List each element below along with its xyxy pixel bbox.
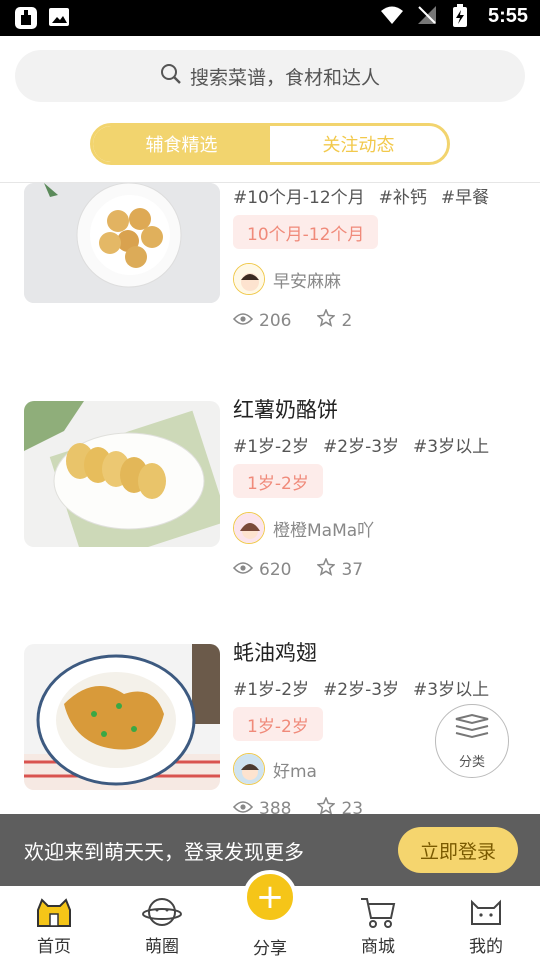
notification-app-icon [14,6,38,30]
search-bar[interactable]: 搜索菜谱，食材和达人 [15,50,525,102]
category-fab-button[interactable]: 分类 [435,704,509,778]
recipe-card[interactable]: #10个月-12个月 #补钙 #早餐 10个月-12个月 早安麻麻 206 2 [0,183,540,363]
nav-share[interactable]: + 分享 [216,870,324,960]
battery-charging-icon [452,4,476,28]
recipe-card[interactable]: 红薯奶酪饼 #1岁-2岁 #2岁-3岁 #3岁以上 1岁-2岁 橙橙MaMa吖 … [0,388,540,618]
avatar [233,753,265,785]
clock: 5:55 [487,4,528,27]
login-prompt-message: 欢迎来到萌天天，登录发现更多 [24,839,304,864]
nav-home-label: 首页 [37,937,71,957]
age-badge: 1岁-2岁 [233,707,323,741]
image-notification-icon [48,6,72,30]
wifi-icon [380,4,404,28]
cart-icon [358,894,398,930]
category-label: 分类 [458,754,485,770]
nav-profile-label: 我的 [469,937,503,957]
view-count: 620 [259,559,292,580]
age-badge: 1岁-2岁 [233,464,323,498]
recipe-tag[interactable]: #早餐 [441,183,489,208]
recipe-tags: #1岁-2岁 #2岁-3岁 #3岁以上 [233,432,489,457]
recipe-author[interactable]: 橙橙MaMa吖 [233,512,374,544]
nav-mall[interactable]: 商城 [324,886,432,960]
eye-icon [232,311,254,331]
recipe-tags: #1岁-2岁 #2岁-3岁 #3岁以上 [233,675,489,700]
signal-off-icon [416,4,440,28]
recipe-tag[interactable]: #10个月-12个月 [233,183,365,208]
nav-profile[interactable]: 我的 [432,886,540,960]
recipe-tag[interactable]: #补钙 [379,183,427,208]
bottom-navigation: 首页 萌圈 + 分享 商城 我的 [0,870,540,960]
recipe-tag[interactable]: #1岁-2岁 [233,432,309,457]
recipe-title[interactable]: 红薯奶酪饼 [233,394,338,424]
recipe-author[interactable]: 好ma [233,753,317,785]
status-bar: 5:55 [0,0,540,36]
tab-following[interactable]: 关注动态 [270,126,447,162]
plus-icon[interactable]: + [243,870,297,924]
author-name: 早安麻麻 [273,271,341,292]
avatar [233,263,265,295]
recipe-tag[interactable]: #2岁-3岁 [323,675,399,700]
recipe-tags: #10个月-12个月 #补钙 #早餐 [233,183,489,208]
star-count: 37 [341,559,364,580]
login-button[interactable]: 立即登录 [398,827,518,873]
tab-selected-recipes[interactable]: 辅食精选 [93,126,270,162]
view-count: 206 [259,310,292,331]
star-icon[interactable] [316,557,337,581]
author-name: 好ma [273,761,317,782]
nav-home[interactable]: 首页 [0,886,108,960]
nav-community-label: 萌圈 [145,937,179,957]
avatar [233,512,265,544]
recipe-tag[interactable]: #2岁-3岁 [323,432,399,457]
search-placeholder: 搜索菜谱，食材和达人 [189,66,380,89]
home-cat-icon [34,894,74,930]
author-name: 橙橙MaMa吖 [273,520,375,541]
recipe-thumbnail[interactable] [24,401,220,547]
star-count: 2 [341,310,353,331]
recipe-author[interactable]: 早安麻麻 [233,263,341,295]
cat-face-icon [466,894,506,930]
recipe-tag[interactable]: #3岁以上 [413,432,489,457]
nav-share-label: 分享 [253,939,287,959]
recipe-feed[interactable]: #10个月-12个月 #补钙 #早餐 10个月-12个月 早安麻麻 206 2 [0,183,540,886]
nav-mall-label: 商城 [361,937,395,957]
nav-community[interactable]: 萌圈 [108,886,216,960]
recipe-tag[interactable]: #1岁-2岁 [233,675,309,700]
recipe-thumbnail[interactable] [24,644,220,790]
planet-cat-icon [142,894,182,930]
recipe-stats: 620 37 [232,557,364,581]
eye-icon [232,560,254,580]
search-icon [160,63,182,90]
recipe-thumbnail[interactable] [24,183,220,303]
recipe-tag[interactable]: #3岁以上 [413,675,489,700]
recipe-stats: 206 2 [232,308,353,332]
recipe-title[interactable]: 蚝油鸡翅 [233,637,317,667]
feed-tab-switcher: 辅食精选 关注动态 [90,123,450,165]
stack-icon [452,713,492,747]
age-badge: 10个月-12个月 [233,215,379,249]
star-icon[interactable] [316,308,337,332]
